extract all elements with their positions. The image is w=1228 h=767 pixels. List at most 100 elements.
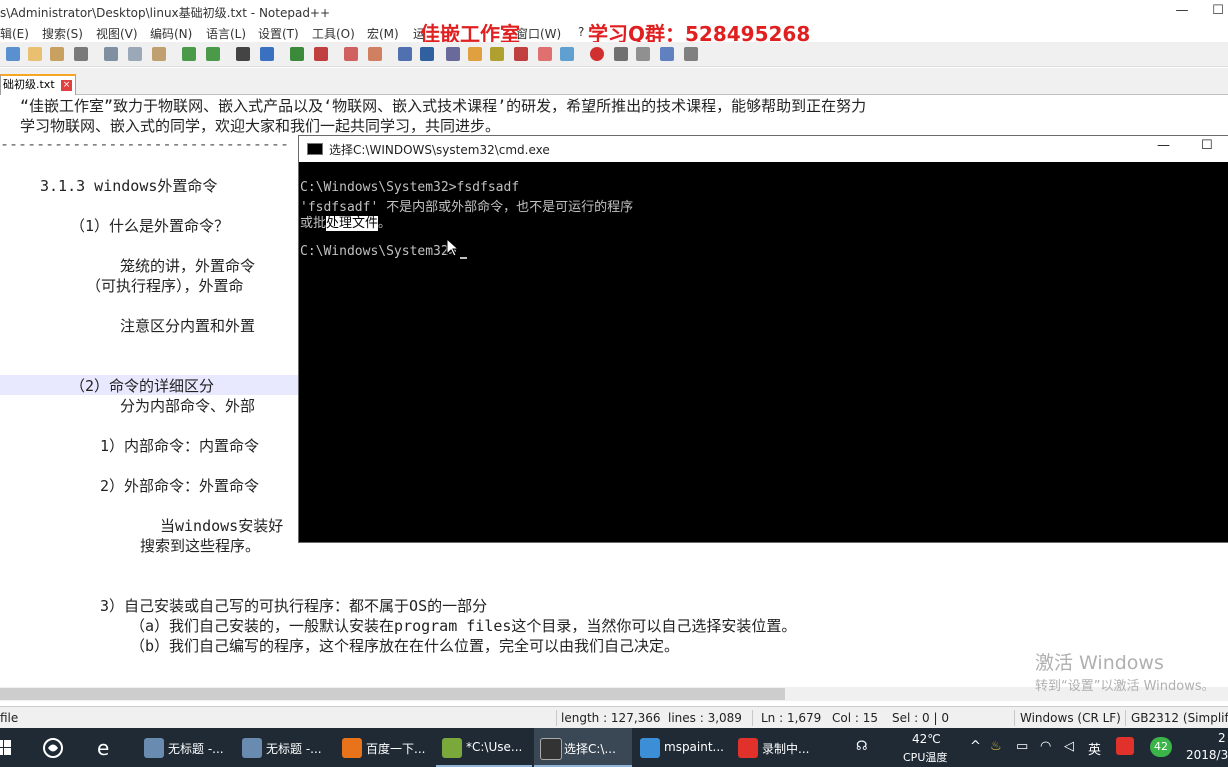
clock-time[interactable]: 2 [1218,731,1226,745]
folder-workspace-icon[interactable] [538,47,552,61]
taskbar: e 无标题 -... 无标题 -... 百度一下... *C:\Use... 选… [0,728,1228,767]
save-macro-icon[interactable] [684,47,698,61]
print-icon[interactable] [74,47,88,61]
taskbar-item-label: 录制中... [762,742,810,756]
maximize-button[interactable]: ☐ [1200,0,1228,22]
taskbar-item-notepadpp[interactable]: *C:\Use... [436,728,532,767]
cmd-titlebar[interactable]: 选择C:\WINDOWS\system32\cmd.exe — ☐ [299,136,1228,162]
battery-icon[interactable]: ▭ [1016,739,1028,754]
cmd-window[interactable]: 选择C:\WINDOWS\system32\cmd.exe — ☐ C:\Win… [298,135,1228,543]
status-encoding: GB2312 (Simplifie [1131,711,1228,725]
menu-edit[interactable]: 辑(E) [0,25,29,42]
activation-watermark-title: 激活 Windows [1035,652,1164,674]
menu-search[interactable]: 搜索(S) [42,25,83,42]
notepadpp-icon [442,738,462,758]
taskbar-item-untitled-2[interactable]: 无标题 -... [236,728,334,767]
multitask-app-icon[interactable] [42,737,64,759]
redo-icon[interactable] [206,47,220,61]
volume-icon[interactable]: ◁ [1064,739,1074,754]
cut-icon[interactable] [104,47,118,61]
text-line: 笼统的讲，外置命令 [120,257,256,275]
console-prompt: C:\Windows\System32> [300,244,457,259]
console-text: 。 [378,216,392,231]
text-line: 2）外部命令：外置命令 [100,477,260,495]
menu-encoding[interactable]: 编码(N) [150,25,192,42]
play-macro-icon[interactable] [636,47,650,61]
text-line: 搜索到这些程序。 [140,537,261,555]
text-line: （a）我们自己安装的，一般默认安装在program files这个目录，当然你可… [130,617,797,635]
status-column: Col : 15 [832,711,878,725]
toolbar [0,42,1228,67]
replace-icon[interactable] [260,47,274,61]
taskbar-item-untitled-1[interactable]: 无标题 -... [138,728,236,767]
cmd-maximize-button[interactable]: ☐ [1201,138,1213,153]
text-line: （可执行程序），外置命 [86,277,244,295]
monitor-icon[interactable] [560,47,574,61]
divider-line: -------------------------------- [0,135,289,153]
zoom-in-icon[interactable] [290,47,304,61]
text-line: “佳嵌工作室”致力于物联网、嵌入式产品以及‘物联网、嵌入式技术课程’的研发，希望… [20,97,867,115]
text-line: （1）什么是外置命令？ [70,217,230,235]
taskbar-item-mspaint[interactable]: mspaint... [634,728,730,767]
menu-macro[interactable]: 宏(M) [367,25,399,42]
ie-browser-icon[interactable]: e [94,737,116,759]
clock-date[interactable]: 2018/3/ [1186,748,1228,762]
status-length: length : 127,366 [561,711,661,725]
cpu-temp-value: 42℃ [912,732,941,746]
menu-view[interactable]: 视图(V) [96,25,138,42]
new-file-icon[interactable] [6,47,20,61]
run-macro-multiple-icon[interactable] [660,47,674,61]
doc-map-icon[interactable] [490,47,504,61]
start-icon[interactable] [0,740,12,756]
console-line: C:\Windows\System32>fsdfsadf [300,180,520,195]
scrollbar-thumb[interactable] [0,688,785,700]
menu-window[interactable]: 窗口(W) [516,25,561,42]
minimize-button[interactable]: — [1164,0,1200,22]
save-icon[interactable] [50,47,64,61]
taskbar-item-recording[interactable]: 录制中... [732,728,830,767]
show-hidden-icons-icon[interactable]: ^ [970,739,981,754]
status-lines: lines : 3,089 [668,711,742,725]
word-wrap-icon[interactable] [398,47,412,61]
app-tray-icon[interactable] [1116,737,1134,755]
tray-badge[interactable]: 42 [1150,737,1172,757]
cmd-minimize-button[interactable]: — [1157,138,1170,153]
taskbar-item-label: 百度一下... [366,742,426,756]
people-icon[interactable]: ☊ [856,739,868,754]
cmd-console[interactable]: C:\Windows\System32>fsdfsadf 'fsdfsadf' … [299,163,1228,542]
status-separator [556,710,557,726]
user-lang-icon[interactable] [468,47,482,61]
menu-help[interactable]: ? [578,25,584,39]
undo-icon[interactable] [182,47,196,61]
zoom-out-icon[interactable] [314,47,328,61]
text-line: 当windows安装好 [160,517,284,535]
stop-macro-icon[interactable] [614,47,628,61]
power-icon[interactable]: ♨ [990,739,1002,754]
record-macro-icon[interactable] [590,47,604,61]
tab-bar: 础初级.txt × [0,68,1228,96]
copy-icon[interactable] [128,47,142,61]
sync-vertical-icon[interactable] [344,47,358,61]
wifi-icon[interactable]: ◠ [1040,739,1051,754]
open-file-icon[interactable] [28,47,42,61]
ime-indicator[interactable]: 英 [1088,739,1101,758]
show-all-chars-icon[interactable] [420,47,434,61]
tab-linux-file[interactable]: 础初级.txt × [0,74,76,96]
cmd-app-icon [307,143,323,155]
indent-guide-icon[interactable] [446,47,460,61]
menu-tools[interactable]: 工具(O) [312,25,355,42]
text-line: 3.1.3 windows外置命令 [40,177,218,195]
menu-settings[interactable]: 设置(T) [258,25,299,42]
taskbar-item-cmd[interactable]: 选择C:\... [534,728,632,767]
taskbar-item-browser[interactable]: 百度一下... [336,728,434,767]
tab-close-icon[interactable]: × [61,80,72,91]
menu-language[interactable]: 语言(L) [206,25,246,42]
status-eol: Windows (CR LF) [1020,711,1121,725]
text-line: 学习物联网、嵌入式的同学，欢迎大家和我们一起共同学习，共同进步。 [20,117,501,135]
recorder-icon [738,738,758,758]
find-icon[interactable] [236,47,250,61]
sync-horizontal-icon[interactable] [368,47,382,61]
status-separator [1014,710,1015,726]
paste-icon[interactable] [152,47,166,61]
function-list-icon[interactable] [514,47,528,61]
